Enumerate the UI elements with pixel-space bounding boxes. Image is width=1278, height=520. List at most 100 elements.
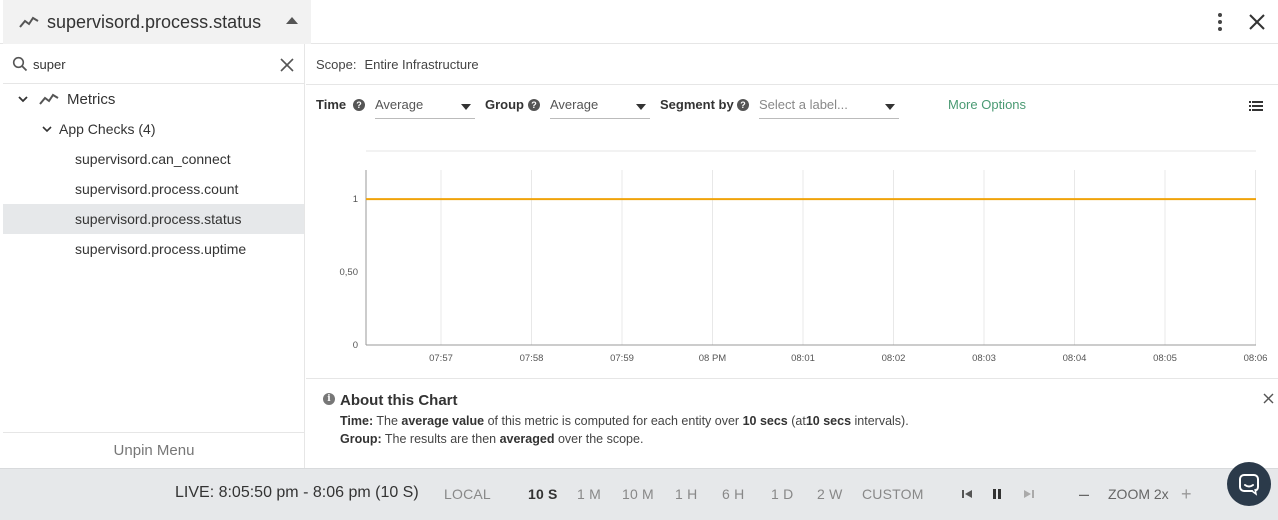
local-timezone-button[interactable]: LOCAL xyxy=(444,486,491,502)
y-tick-label: 0 xyxy=(353,340,358,351)
search-icon xyxy=(12,56,28,72)
about-text: intervals). xyxy=(854,414,909,428)
x-tick-label: 07:58 xyxy=(520,353,544,364)
tree-item-label: supervisord.can_connect xyxy=(75,151,231,167)
caret-down-icon xyxy=(461,104,471,110)
group-label: Group xyxy=(485,97,524,112)
chart-controls: Time ? Average Group ? Average Segment b… xyxy=(306,85,1278,125)
chat-launcher-button[interactable] xyxy=(1227,462,1271,506)
skip-back-icon[interactable] xyxy=(960,487,974,501)
page-title: supervisord.process.status xyxy=(47,11,262,32)
scope-label: Scope: xyxy=(316,56,357,72)
group-aggregation-select[interactable]: Average xyxy=(550,93,650,119)
line-chart[interactable]: 07:57 07:58 07:59 08 PM 08:01 08:02 08:03 08:04… xyxy=(306,125,1278,378)
sidebar: Metrics App Checks (4) supervisord.can_c… xyxy=(3,44,305,468)
time-aggregation-select[interactable]: Average xyxy=(375,93,475,119)
timespan-2w-button[interactable]: 2 W xyxy=(817,486,843,502)
tree-node-app-checks[interactable]: App Checks (4) xyxy=(3,114,304,144)
timespan-10m-button[interactable]: 10 M xyxy=(622,486,654,502)
tree-item-label: supervisord.process.status xyxy=(75,211,242,227)
trend-icon xyxy=(39,93,59,105)
x-tick-label: 08:02 xyxy=(882,353,906,364)
time-navigation-bar: LIVE: 8:05:50 pm - 8:06 pm (10 S) LOCAL … xyxy=(0,468,1278,520)
clear-search-icon[interactable] xyxy=(279,57,295,73)
zoom-in-button[interactable]: + xyxy=(1181,485,1192,503)
about-heading: About this Chart xyxy=(340,392,458,409)
info-icon: i xyxy=(323,393,335,405)
y-tick-label: 0,50 xyxy=(340,267,359,278)
about-group-label: Group: xyxy=(340,432,382,446)
about-bold: averaged xyxy=(499,432,555,446)
more-options-kebab-icon[interactable] xyxy=(1212,12,1228,32)
caret-down-icon xyxy=(885,104,895,110)
timespan-1m-button[interactable]: 1 M xyxy=(577,486,601,502)
about-bold: 10 secs xyxy=(805,414,852,428)
close-about-icon[interactable] xyxy=(1263,393,1274,404)
help-icon[interactable]: ? xyxy=(737,99,749,111)
trend-icon xyxy=(19,16,39,28)
tree-item-process-count[interactable]: supervisord.process.count xyxy=(3,174,304,204)
about-group-line: Group: The results are then averaged ove… xyxy=(340,432,643,446)
tree-item-can-connect[interactable]: supervisord.can_connect xyxy=(3,144,304,174)
about-text: The xyxy=(376,414,398,428)
about-text: over the scope. xyxy=(557,432,644,446)
scope-value[interactable]: Entire Infrastructure xyxy=(364,57,478,72)
timespan-6h-button[interactable]: 6 H xyxy=(722,486,744,502)
more-options-link[interactable]: More Options xyxy=(948,97,1026,112)
x-tick-label: 08:01 xyxy=(791,353,815,364)
metric-title-dropdown[interactable]: supervisord.process.status xyxy=(3,0,311,44)
x-tick-label: 07:59 xyxy=(610,353,634,364)
skip-forward-icon[interactable] xyxy=(1022,487,1036,501)
y-tick-label: 1 xyxy=(353,194,358,205)
zoom-level: ZOOM 2x xyxy=(1108,486,1169,502)
about-time-label: Time: xyxy=(340,414,374,428)
unpin-menu-button[interactable]: Unpin Menu xyxy=(3,432,305,468)
about-chart-panel: i About this Chart Time: The average val… xyxy=(306,378,1278,468)
help-icon[interactable]: ? xyxy=(528,99,540,111)
about-text: The results are then xyxy=(384,432,497,446)
chat-icon xyxy=(1239,474,1259,496)
segment-by-label: Segment by xyxy=(660,97,734,112)
x-tick-label: 08 PM xyxy=(699,353,727,364)
segment-by-placeholder: Select a label... xyxy=(759,97,848,112)
group-aggregation-value: Average xyxy=(550,97,599,112)
timespan-custom-button[interactable]: CUSTOM xyxy=(862,486,924,502)
chevron-down-icon[interactable] xyxy=(41,123,53,135)
live-time-range: LIVE: 8:05:50 pm - 8:06 pm (10 S) xyxy=(175,484,419,501)
zoom-out-button[interactable]: – xyxy=(1079,485,1089,503)
tree-item-process-status[interactable]: supervisord.process.status xyxy=(3,204,304,234)
help-icon[interactable]: ? xyxy=(353,99,365,111)
x-tick-label: 08:04 xyxy=(1063,353,1087,364)
scope-bar[interactable]: Scope: Entire Infrastructure xyxy=(306,44,1278,85)
chart-svg: 07:57 07:58 07:59 08 PM 08:01 08:02 08:03 08:04… xyxy=(340,150,1268,364)
timespan-1h-button[interactable]: 1 H xyxy=(675,486,697,502)
chevron-down-icon[interactable] xyxy=(17,93,29,105)
x-tick-label: 08:06 xyxy=(1244,353,1268,364)
about-bold: average value xyxy=(401,414,485,428)
time-aggregation-value: Average xyxy=(375,97,424,112)
x-tick-label: 08:03 xyxy=(972,353,996,364)
tree-node-label: App Checks (4) xyxy=(59,121,156,137)
tree-item-process-uptime[interactable]: supervisord.process.uptime xyxy=(3,234,304,264)
tree-item-label: supervisord.process.uptime xyxy=(75,241,247,257)
search-input[interactable] xyxy=(33,54,273,74)
segment-by-select[interactable]: Select a label... xyxy=(759,93,899,119)
x-tick-label: 08:05 xyxy=(1153,353,1177,364)
title-bar: supervisord.process.status xyxy=(0,0,1278,44)
about-time-line: Time: The average value of this metric i… xyxy=(340,414,909,428)
timespan-10s-button[interactable]: 10 S xyxy=(528,486,558,502)
tree-node-metrics[interactable]: Metrics xyxy=(3,84,304,114)
pause-icon[interactable] xyxy=(990,487,1004,501)
caret-up-icon[interactable] xyxy=(286,17,298,24)
metric-tree: Metrics App Checks (4) supervisord.can_c… xyxy=(3,84,304,264)
about-text: of this metric is computed for each enti… xyxy=(487,414,740,428)
search-row xyxy=(3,44,304,84)
close-icon[interactable] xyxy=(1246,11,1268,33)
caret-down-icon xyxy=(636,104,646,110)
about-text: (at xyxy=(791,414,806,428)
legend-list-icon[interactable] xyxy=(1249,100,1263,112)
tree-node-label: Metrics xyxy=(67,90,116,108)
x-tick-label: 07:57 xyxy=(429,353,453,364)
timespan-1d-button[interactable]: 1 D xyxy=(771,486,793,502)
time-label: Time xyxy=(316,97,347,112)
